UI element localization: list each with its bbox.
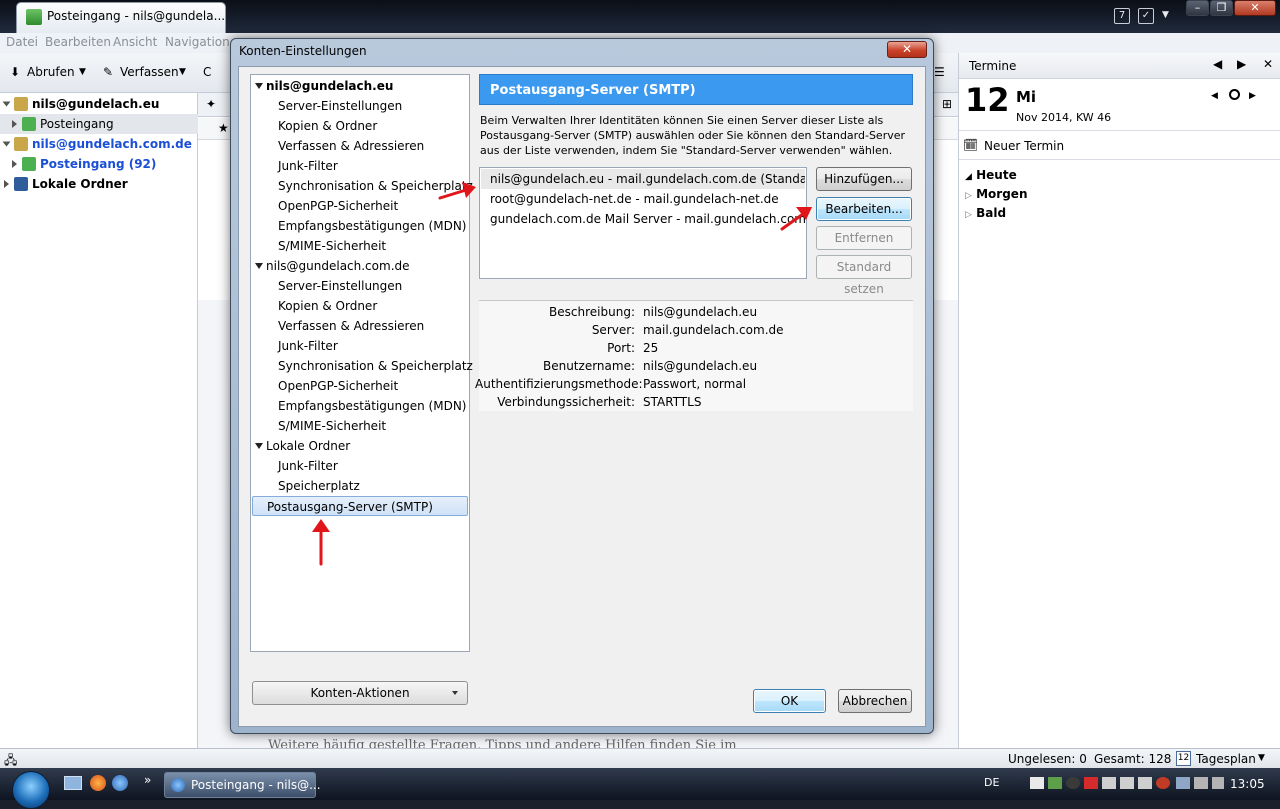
arrow-to-smtp-tree-item (312, 519, 330, 566)
arrow-to-default-server (438, 182, 476, 200)
annotation-arrows (312, 182, 812, 566)
arrow-to-edit-button (780, 207, 812, 231)
